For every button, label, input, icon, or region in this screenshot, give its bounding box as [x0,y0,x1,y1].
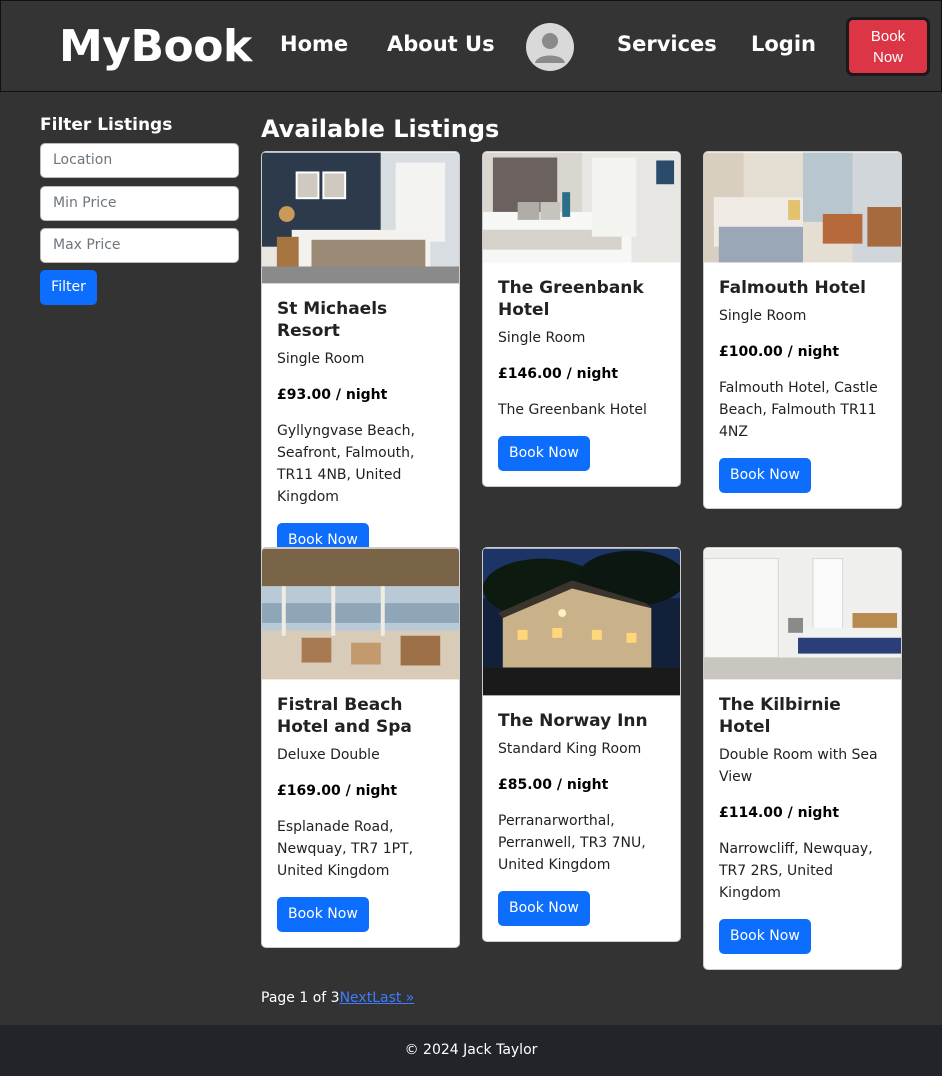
listing-room: Single Room [719,308,807,324]
listing-price: £114.00 / night [719,805,840,821]
listing-address: Gyllyngvase Beach, Seafront, Falmouth, T… [277,423,415,505]
listing-address: Esplanade Road, Newquay, TR7 1PT, United… [277,819,414,879]
listing-price: £100.00 / night [719,344,840,360]
listing-address: Falmouth Hotel, Castle Beach, Falmouth T… [719,380,878,440]
book-now-button[interactable]: Book Now [719,919,811,954]
header-book-now-button[interactable]: Book Now [846,17,930,76]
listing-address: The Greenbank Hotel [498,402,647,418]
book-now-button[interactable]: Book Now [498,436,590,471]
listing-name: St Michaels Resort [277,299,388,341]
pagination: Page 1 of 3NextLast » [261,990,414,1006]
listing-photo [704,548,901,680]
listing-address: Perranarworthal, Perranwell, TR3 7NU, Un… [498,813,646,873]
listing-card: The Greenbank Hotel Single Room £146.00 … [482,151,681,487]
site-footer: © 2024 Jack Taylor [0,1025,942,1076]
filter-button[interactable]: Filter [40,270,97,305]
listing-price: £169.00 / night [277,783,398,799]
listing-price: £93.00 / night [277,387,388,403]
listing-card: St Michaels Resort Single Room £93.00 / … [261,151,460,574]
filter-title: Filter Listings [40,115,173,135]
footer-copyright: © 2024 Jack Taylor [404,1042,538,1058]
listing-room: Standard King Room [498,741,642,757]
book-button-line2: Now [872,49,903,66]
last-page-link[interactable]: Last » [372,990,414,1006]
nav-home[interactable]: Home [280,32,348,56]
listings-title: Available Listings [261,115,500,143]
nav-login[interactable]: Login [751,32,816,56]
max-price-input[interactable]: Max Price [40,228,239,263]
book-now-button[interactable]: Book Now [498,891,590,926]
listing-room: Double Room with Sea View [719,747,878,785]
listing-room: Deluxe Double [277,747,380,763]
listing-card: Falmouth Hotel Single Room £100.00 / nig… [703,151,902,509]
nav-services[interactable]: Services [617,32,717,56]
listing-room: Single Room [277,351,365,367]
listing-card: The Norway Inn Standard King Room £85.00… [482,547,681,942]
book-now-button[interactable]: Book Now [277,897,369,932]
listing-name: The Kilbirnie Hotel [719,695,841,737]
nav-about-us[interactable]: About Us [387,32,495,56]
listing-photo [483,152,680,263]
user-avatar-icon[interactable] [526,23,574,71]
listing-card: The Kilbirnie Hotel Double Room with Sea… [703,547,902,970]
site-logo[interactable]: MyBook [59,21,252,72]
listing-price: £146.00 / night [498,366,619,382]
listing-name: Fistral Beach Hotel and Spa [277,695,412,737]
min-price-input[interactable]: Min Price [40,186,239,221]
listing-name: The Norway Inn [498,711,648,731]
site-header: MyBook Home About Us Services Login Book… [0,0,942,92]
listing-photo [262,152,459,284]
next-page-link[interactable]: Next [340,990,373,1006]
page-indicator: Page 1 of 3 [261,990,340,1006]
listing-room: Single Room [498,330,586,346]
listing-photo [704,152,901,263]
listing-photo [262,548,459,680]
listing-price: £85.00 / night [498,777,609,793]
book-now-button[interactable]: Book Now [719,458,811,493]
book-button-line1: Book [870,28,906,45]
listing-photo [483,548,680,696]
location-input[interactable]: Location [40,143,239,178]
listing-address: Narrowcliff, Newquay, TR7 2RS, United Ki… [719,841,873,901]
listing-name: The Greenbank Hotel [498,278,644,320]
listing-name: Falmouth Hotel [719,278,866,298]
listing-card: Fistral Beach Hotel and Spa Deluxe Doubl… [261,547,460,948]
